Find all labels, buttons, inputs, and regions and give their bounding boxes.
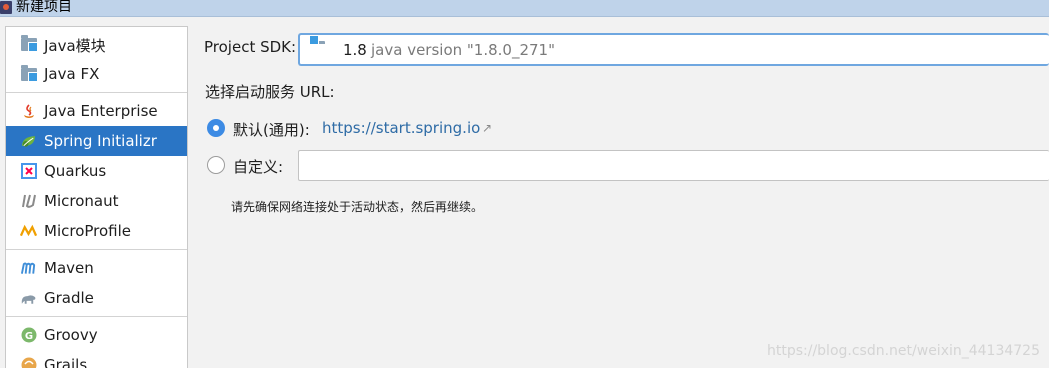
custom-url-input[interactable] [298, 150, 1049, 181]
groovy-icon: G [20, 327, 37, 343]
sidebar-item-java-enterprise[interactable]: Java Enterprise [6, 96, 187, 126]
sidebar-item-label: Java模块 [44, 37, 106, 55]
sidebar-item-label: Java FX [44, 65, 100, 83]
sidebar-item-label: MicroProfile [44, 222, 132, 240]
folder-module-icon [20, 64, 38, 82]
external-link-icon[interactable]: ↗ [482, 121, 492, 135]
divider [6, 92, 187, 93]
sidebar-item-label: Grails [44, 356, 88, 368]
sidebar-item-microprofile[interactable]: MicroProfile [6, 216, 187, 246]
sidebar-item-label: Spring Initializr [44, 132, 157, 150]
custom-url-label: 自定义: [233, 158, 284, 176]
sidebar-item-groovy[interactable]: G Groovy [6, 320, 187, 350]
java-cup-icon [20, 103, 37, 119]
sidebar-item-label: Groovy [44, 326, 98, 344]
sidebar-item-label: Gradle [44, 289, 94, 307]
service-url-heading: 选择启动服务 URL: [205, 83, 335, 101]
watermark: https://blog.csdn.net/weixin_44134725 [766, 343, 1040, 359]
sidebar-item-micronaut[interactable]: Micronaut [6, 186, 187, 216]
network-hint: 请先确保网络连接处于活动状态，然后再继续。 [231, 200, 484, 214]
sidebar-item-quarkus[interactable]: Quarkus [6, 156, 187, 186]
quarkus-icon [20, 163, 37, 179]
sidebar-item-label: Micronaut [44, 192, 119, 210]
sidebar-item-gradle[interactable]: Gradle [6, 283, 187, 313]
folder-module-icon [20, 34, 38, 52]
sdk-dropdown[interactable]: 1.8 java version "1.8.0_271" [298, 33, 1049, 66]
sidebar-item-java-fx[interactable]: Java FX [6, 59, 187, 89]
svg-text:G: G [24, 331, 32, 342]
micronaut-icon [20, 193, 37, 209]
sdk-version: 1.8 [343, 41, 367, 59]
sdk-label: Project SDK: [204, 38, 297, 56]
settings-panel: Project SDK: 1.8 java version "1.8.0_271… [190, 17, 1049, 368]
sidebar-item-label: Maven [44, 259, 94, 277]
divider [6, 249, 187, 250]
default-url-radio[interactable] [207, 119, 225, 137]
divider [6, 316, 187, 317]
gradle-elephant-icon [20, 290, 37, 306]
custom-url-radio[interactable] [207, 156, 225, 174]
sidebar-item-spring-initializr[interactable]: Spring Initializr [6, 126, 187, 156]
sidebar-item-label: Quarkus [44, 162, 107, 180]
sidebar-item-grails[interactable]: Grails [6, 350, 187, 368]
window-title: 新建项目 [16, 0, 72, 15]
sdk-detail: java version "1.8.0_271" [371, 41, 555, 59]
window-titlebar: 新建项目 [0, 0, 1049, 17]
spring-leaf-icon [20, 133, 37, 149]
microprofile-icon [20, 223, 37, 239]
default-url-link[interactable]: https://start.spring.io [322, 119, 480, 137]
sidebar-item-maven[interactable]: Maven [6, 253, 187, 283]
sidebar-item-java-module[interactable]: Java模块 [6, 29, 187, 59]
default-url-label: 默认(通用): [233, 121, 310, 139]
sidebar-item-label: Java Enterprise [44, 102, 158, 120]
maven-icon [20, 260, 37, 276]
grails-icon [20, 357, 37, 368]
project-type-list: Java模块 Java FX Java Enterprise Spring In… [5, 26, 188, 368]
app-icon [0, 1, 12, 14]
